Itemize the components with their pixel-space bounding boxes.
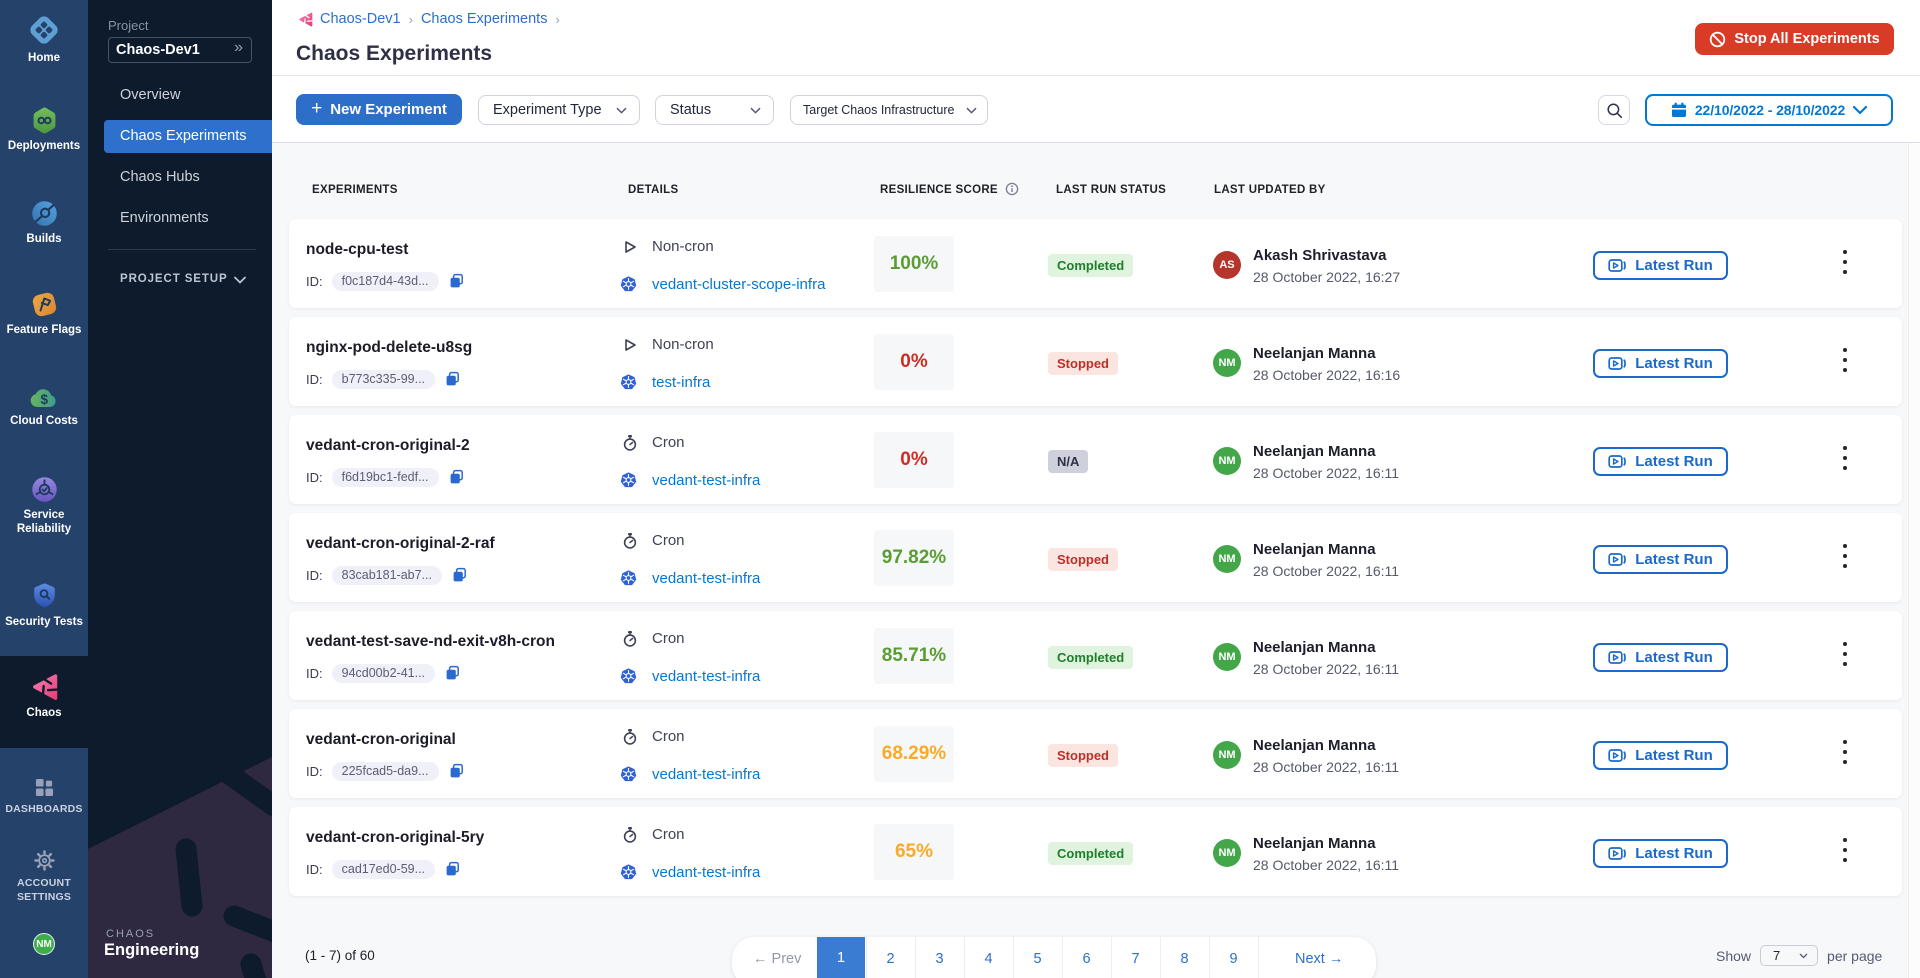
svg-text:$: $	[40, 392, 48, 407]
